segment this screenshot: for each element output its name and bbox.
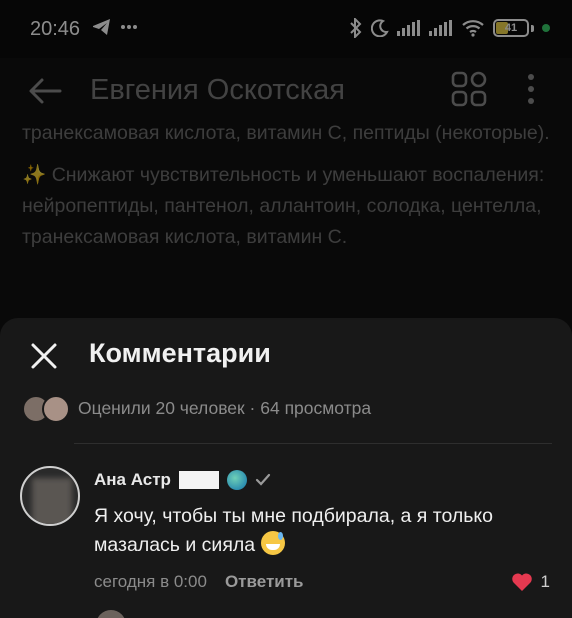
comment-text: Я хочу, чтобы ты мне подбирала, а я толь… [94,502,554,560]
heart-icon [511,573,532,591]
bluetooth-icon [350,18,362,38]
grid-apps-icon[interactable] [450,70,488,108]
verified-check-icon [255,473,271,486]
post-content: транексамовая кислота, витамин С, пептид… [22,118,552,264]
more-vert-icon[interactable] [525,72,537,106]
divider [74,443,552,444]
app-bar: Евгения Оскотская [0,58,572,124]
avatar[interactable] [96,610,126,618]
post-paragraph: ✨ Снижают чувствительность и уменьшают в… [22,164,545,248]
globe-emoji-icon [226,470,247,490]
reply-button[interactable]: Ответить [225,572,304,592]
status-left-icons [92,18,138,36]
close-icon[interactable] [30,342,58,370]
redaction-box [178,471,219,489]
reactor-avatars [22,395,70,423]
battery-icon: 41 [493,19,529,37]
signal-icon-2 [429,20,452,36]
reactions-summary[interactable]: Оценили 20 человек · 64 просмотра [22,393,371,423]
stats-text: Оценили 20 человек · 64 просмотра [78,397,372,418]
wifi-icon [462,20,484,37]
signal-icon [397,20,420,36]
battery-level: 41 [504,22,518,34]
like-count: 1 [540,572,550,591]
comment-body: Я хочу, чтобы ты мне подбирала, а я толь… [94,505,494,556]
avatar [42,395,70,423]
comment-author-row: Ана Астр [94,470,271,490]
like-button[interactable]: 1 [511,572,550,592]
privacy-indicator-dot [542,24,550,32]
status-right-icons: 41 [349,18,550,38]
page-title: Евгения Оскотская [90,74,345,106]
sheet-title: Комментарии [89,338,271,368]
moon-icon [371,19,389,37]
comment-author[interactable]: Ана Астр [94,470,171,490]
comments-sheet: Комментарии Оценили 20 человек · 64 прос… [0,318,572,618]
grinning-sweat-emoji-icon [261,531,286,555]
comment-time: сегодня в 0:00 [94,572,207,591]
avatar[interactable] [20,466,80,526]
screen: 20:46 41 Евгения Оскотская транексамовая… [0,0,572,618]
more-dots-icon [121,25,137,29]
battery-tip [531,24,534,32]
status-time: 20:46 [30,18,81,40]
comment-meta: сегодня в 0:00 Ответить [94,572,304,592]
status-bar: 20:46 41 [0,0,572,58]
back-arrow-icon[interactable] [28,76,62,106]
post-paragraph: транексамовая кислота, витамин С, пептид… [22,122,550,144]
telegram-icon [93,19,110,35]
